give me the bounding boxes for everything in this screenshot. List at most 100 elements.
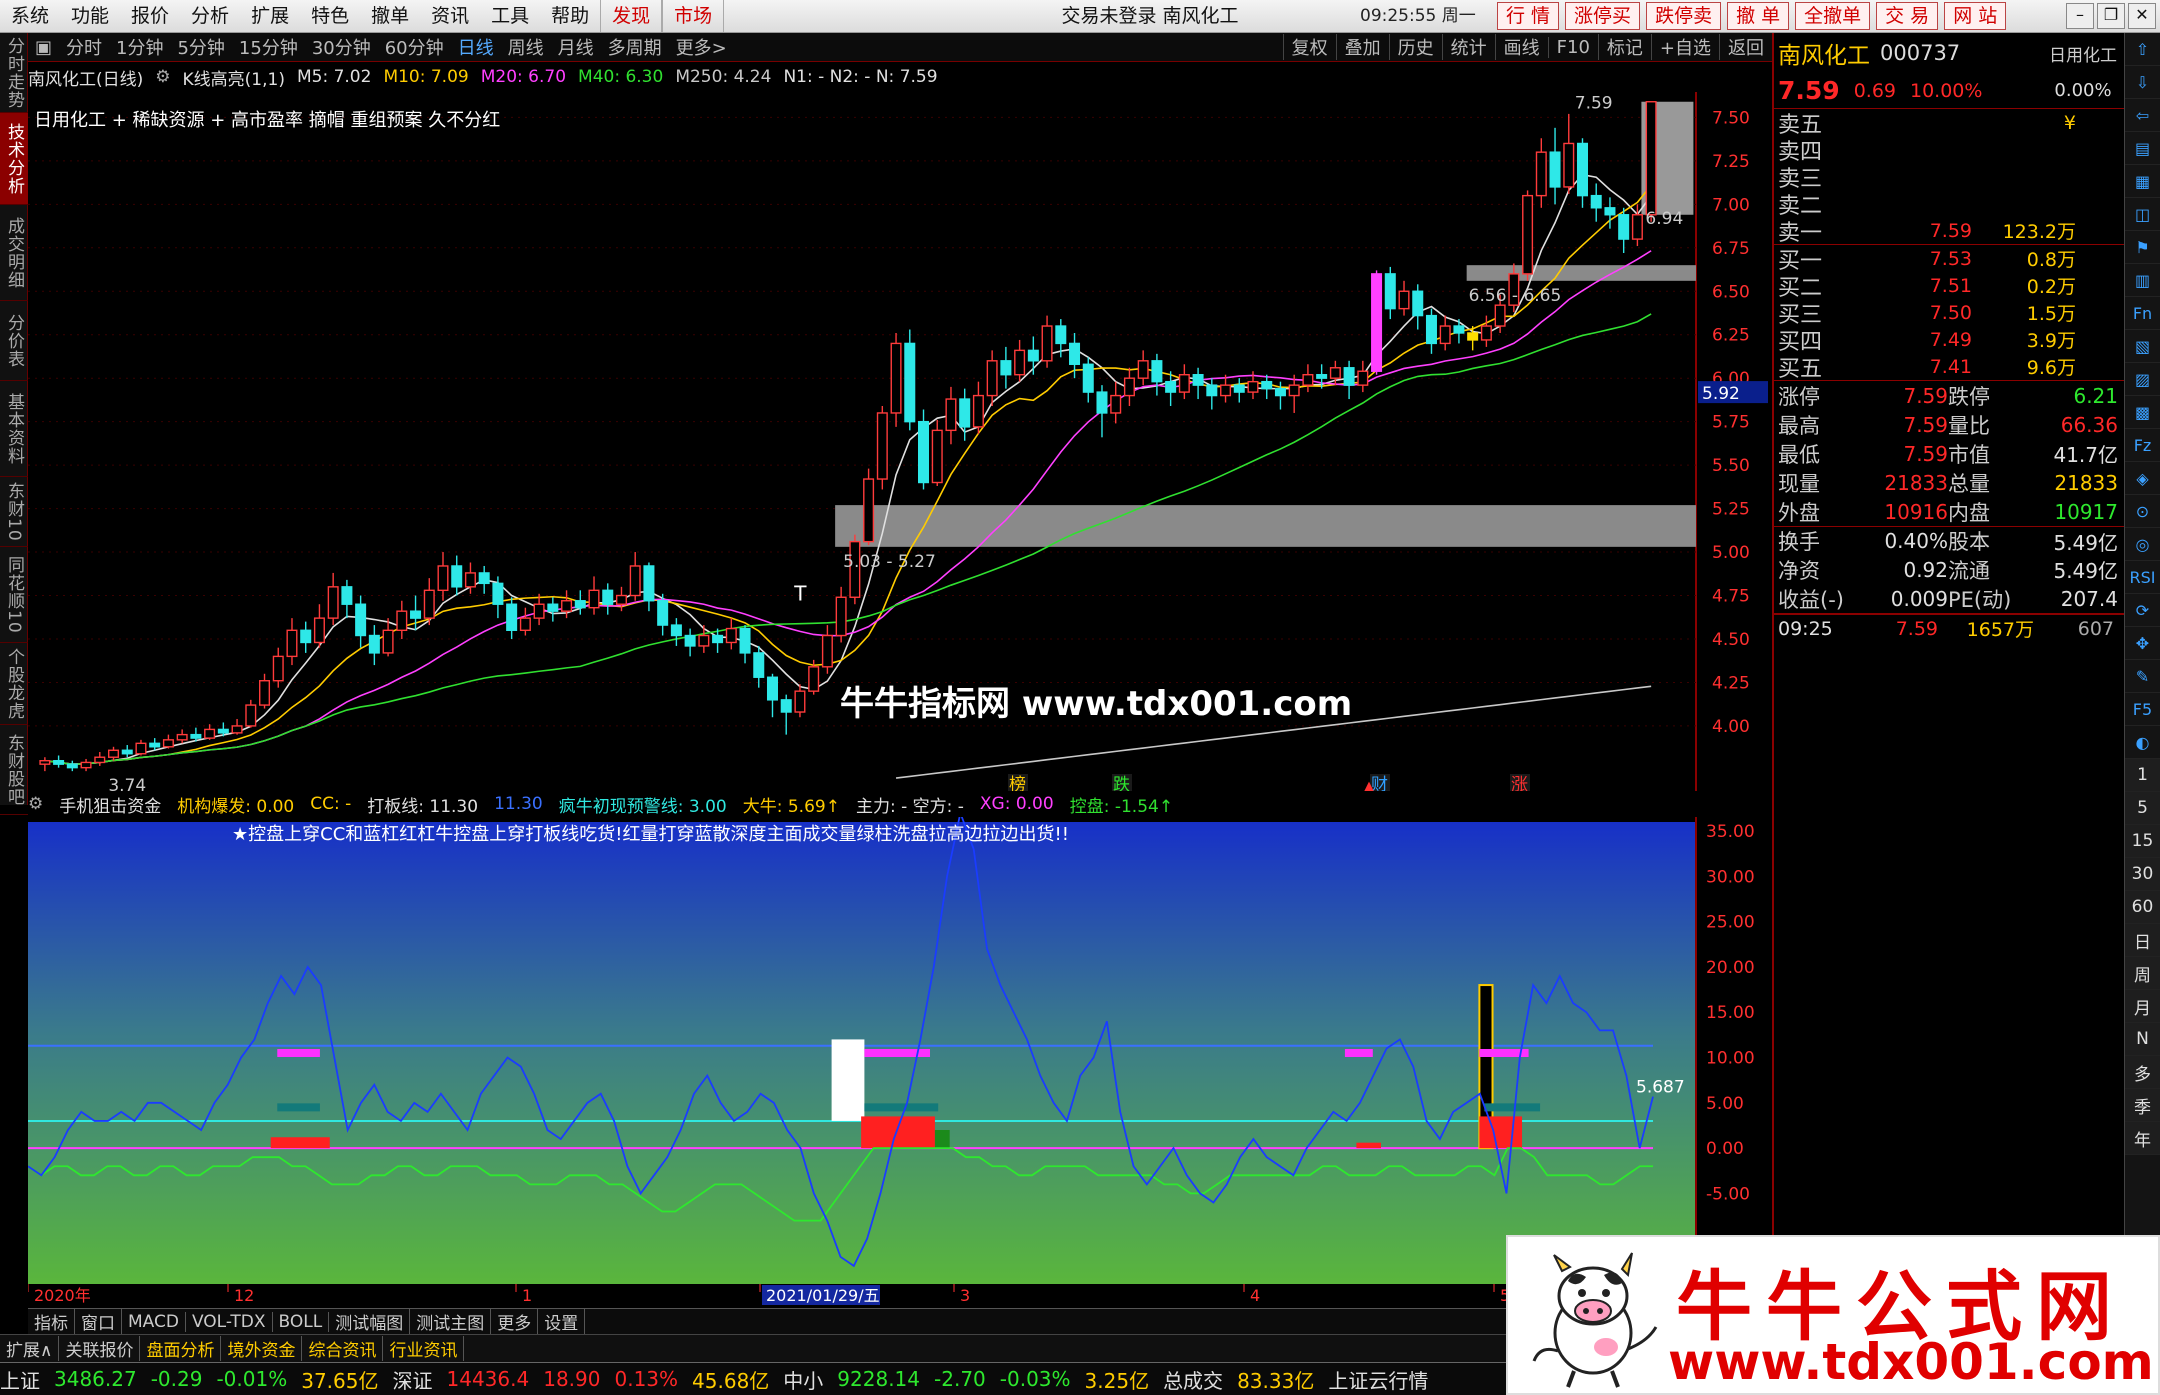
menu-item-9[interactable]: 帮助 [540,0,600,32]
side-tool-20-icon[interactable]: F5 [2125,693,2160,726]
indicator-tab-0[interactable]: 指标 [28,1309,75,1334]
quick-button-1[interactable]: 涨停买 [1565,2,1641,30]
ext-tab-3[interactable]: 境外资金 [221,1336,303,1361]
side-tool-29-icon[interactable]: 月 [2125,990,2160,1023]
side-tool-16-icon[interactable]: RSI [2125,561,2160,594]
indicator-tab-6[interactable]: 测试主图 [410,1309,492,1334]
left-tab-0[interactable]: 分时走势 [0,33,28,113]
side-tool-28-icon[interactable]: 周 [2125,957,2160,990]
left-tab-8[interactable]: 东财股吧 [0,725,28,815]
period-tab-4[interactable]: 30分钟 [305,34,378,60]
quick-button-5[interactable]: 交 易 [1876,2,1939,30]
side-tool-5-icon[interactable]: ◫ [2125,198,2160,231]
indicator-tab-7[interactable]: 更多 [491,1309,539,1334]
side-tool-21-icon[interactable]: ◐ [2125,726,2160,759]
indicator-name[interactable]: 手机狙击资金 [59,792,161,817]
side-tool-8-icon[interactable]: Fn [2125,297,2160,330]
menu-red-item-1[interactable]: 市场 [662,0,725,32]
menu-item-8[interactable]: 工具 [480,0,540,32]
left-tab-6[interactable]: 同花顺10 [0,547,28,643]
quick-button-6[interactable]: 网 站 [1944,2,2007,30]
quick-button-3[interactable]: 撤 单 [1727,2,1790,30]
menu-item-6[interactable]: 撤单 [360,0,420,32]
indicator-tab-4[interactable]: BOLL [273,1311,330,1332]
menu-item-2[interactable]: 报价 [120,0,180,32]
indicator-tab-1[interactable]: 窗口 [75,1309,122,1334]
quick-button-2[interactable]: 跌停卖 [1646,2,1722,30]
indicator-tab-2[interactable]: MACD [122,1311,186,1332]
chart-tool-3[interactable]: 统计 [1441,34,1495,60]
indicator-tab-3[interactable]: VOL-TDX [186,1311,273,1332]
menu-item-0[interactable]: 系统 [0,0,60,32]
side-tool-31-icon[interactable]: 多 [2125,1056,2160,1089]
menu-item-5[interactable]: 特色 [300,0,360,32]
close-icon[interactable]: ✕ [2128,3,2156,29]
period-tab-6[interactable]: 日线 [451,34,501,60]
indicator-gear-icon[interactable]: ⚙ [155,67,170,87]
indicator-tab-8[interactable]: 设置 [538,1309,586,1334]
side-tool-14-icon[interactable]: ⊙ [2125,495,2160,528]
chart-tool-2[interactable]: 历史 [1388,34,1442,60]
ext-tab-5[interactable]: 行业资讯 [383,1336,465,1361]
side-tool-18-icon[interactable]: ✥ [2125,627,2160,660]
menu-red-item-0[interactable]: 发现 [600,0,663,32]
indicator-tab-5[interactable]: 测试幅图 [329,1309,411,1334]
chart-tool-8[interactable]: 返回 [1719,34,1772,60]
chart-tool-6[interactable]: 标记 [1597,34,1651,60]
menu-item-4[interactable]: 扩展 [240,0,300,32]
menu-item-3[interactable]: 分析 [180,0,240,32]
side-tool-10-icon[interactable]: ▨ [2125,363,2160,396]
industry-label[interactable]: 日用化工 [2042,41,2124,66]
chart-tool-4[interactable]: 画线 [1494,34,1548,60]
side-tool-25-icon[interactable]: 30 [2125,858,2160,891]
chart-tool-1[interactable]: 叠加 [1335,34,1389,60]
left-tab-4[interactable]: 基本资料 [0,381,28,477]
side-tool-33-icon[interactable]: 年 [2125,1122,2160,1155]
ad-url[interactable]: www.tdx001.com [1668,1333,2154,1391]
side-tool-1-icon[interactable]: ⇩ [2125,66,2160,99]
left-tab-1[interactable]: 技术分析 [0,113,28,205]
left-tab-2[interactable]: 成交明细 [0,205,28,301]
side-tool-15-icon[interactable]: ◎ [2125,528,2160,561]
side-tool-17-icon[interactable]: ⟳ [2125,594,2160,627]
side-tool-13-icon[interactable]: ◈ [2125,462,2160,495]
side-tool-0-icon[interactable]: ⇧ [2125,33,2160,66]
side-tool-6-icon[interactable]: ⚑ [2125,231,2160,264]
ext-tab-4[interactable]: 综合资讯 [302,1336,384,1361]
side-tool-32-icon[interactable]: 季 [2125,1089,2160,1122]
left-tab-3[interactable]: 分价表 [0,301,28,381]
menu-item-1[interactable]: 功能 [60,0,120,32]
side-tool-30-icon[interactable]: N [2125,1023,2160,1056]
left-tab-5[interactable]: 东财10 [0,477,28,547]
side-tool-19-icon[interactable]: ✎ [2125,660,2160,693]
ext-tab-0[interactable]: 扩展∧ [0,1336,60,1361]
period-tab-10[interactable]: 更多> [669,34,734,60]
menu-item-7[interactable]: 资讯 [420,0,480,32]
period-tab-1[interactable]: 1分钟 [109,34,170,60]
side-tool-12-icon[interactable]: Fz [2125,429,2160,462]
side-tool-9-icon[interactable]: ▧ [2125,330,2160,363]
side-tool-27-icon[interactable]: 日 [2125,924,2160,957]
period-tab-7[interactable]: 周线 [501,34,551,60]
period-tab-0[interactable]: 分时 [59,34,109,60]
chart-tool-5[interactable]: F10 [1547,36,1598,58]
side-tool-7-icon[interactable]: ▥ [2125,264,2160,297]
square-toggle-icon[interactable]: ▣ [28,37,59,58]
side-tool-4-icon[interactable]: ▦ [2125,165,2160,198]
side-tool-23-icon[interactable]: 5 [2125,792,2160,825]
side-tool-11-icon[interactable]: ▩ [2125,396,2160,429]
restore-icon[interactable]: ❐ [2097,3,2125,29]
indicator-name[interactable]: K线高亮(1,1) [183,65,285,90]
side-tool-26-icon[interactable]: 60 [2125,891,2160,924]
chart-tool-0[interactable]: 复权 [1282,34,1336,60]
quick-button-0[interactable]: 行 情 [1497,2,1560,30]
quick-button-4[interactable]: 全撤单 [1795,2,1871,30]
side-tool-2-icon[interactable]: ⇦ [2125,99,2160,132]
period-tab-2[interactable]: 5分钟 [170,34,231,60]
period-tab-3[interactable]: 15分钟 [232,34,305,60]
side-tool-3-icon[interactable]: ▤ [2125,132,2160,165]
period-tab-8[interactable]: 月线 [551,34,601,60]
left-tab-7[interactable]: 个股龙虎 [0,643,28,725]
period-tab-9[interactable]: 多周期 [601,34,669,60]
ext-tab-2[interactable]: 盘面分析 [140,1336,222,1361]
